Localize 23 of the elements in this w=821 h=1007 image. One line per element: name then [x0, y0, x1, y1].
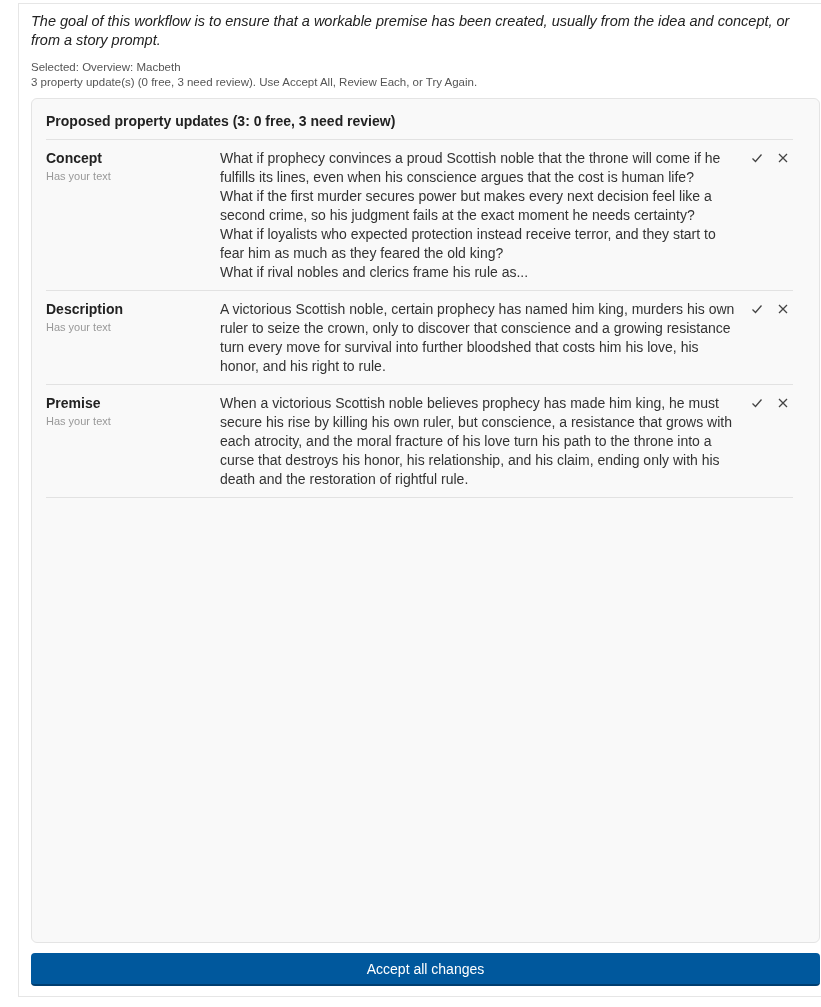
proposed-text: When a victorious Scottish noble believes prophecy has made him king, he must secure his rise by killing his own ruler, but conscience, a resistance that grows with each atrocity, and the moral fracture of his love turn his path to the throne into a curse that destroys his honor, his relationship, and his claim, ending only with his death and the restoration of rightful rule.	[220, 394, 733, 489]
property-name: Premise	[46, 394, 102, 413]
proposed-text: What if loyalists who expected protection instead receive terror, and they start to fear him as much as they feared the old king?	[220, 225, 717, 263]
check-icon	[751, 152, 763, 164]
panel-title: Proposed property updates (3: 0 free, 3 need review)	[46, 113, 793, 140]
proposed-text: What if the first murder secures power but makes every next decision feel like a second crime, so his judgment fails at the exact moment he needs certainty?	[220, 187, 713, 225]
check-icon	[751, 303, 763, 315]
intro-text: The goal of this workflow is to ensure that a workable premise has been created, usually from the idea and concept, or from a story prompt.	[31, 12, 791, 50]
accept-all-button[interactable]: Accept all changes	[31, 953, 820, 986]
close-icon	[777, 303, 789, 315]
proposed-text: A victorious Scottish noble, certain prophecy has named him king, murders his own ruler to seize the crown, only to discover that conscience and a growing resistance turn every move for survival into further bloodshed that costs him his love, his honor, and his right to rule.	[220, 300, 736, 376]
close-icon	[777, 152, 789, 164]
selected-text: Selected: Overview: Macbeth	[31, 60, 182, 75]
proposed-text: What if rival nobles and clerics frame his rule as...	[220, 263, 530, 282]
check-icon	[751, 397, 763, 409]
property-name: Concept	[46, 149, 103, 168]
property-note: Has your text	[46, 170, 112, 182]
property-note: Has your text	[46, 415, 112, 427]
close-icon	[777, 397, 789, 409]
proposed-text: What if prophecy convinces a proud Scottish noble that the throne will come if he fulfills its lines, even when his conscience argues that the cost is human life?	[220, 149, 722, 187]
summary-text: 3 property update(s) (0 free, 3 need review). Use Accept All, Review Each, or Try Again.	[31, 75, 479, 90]
property-name: Description	[46, 300, 124, 319]
property-note: Has your text	[46, 321, 112, 333]
